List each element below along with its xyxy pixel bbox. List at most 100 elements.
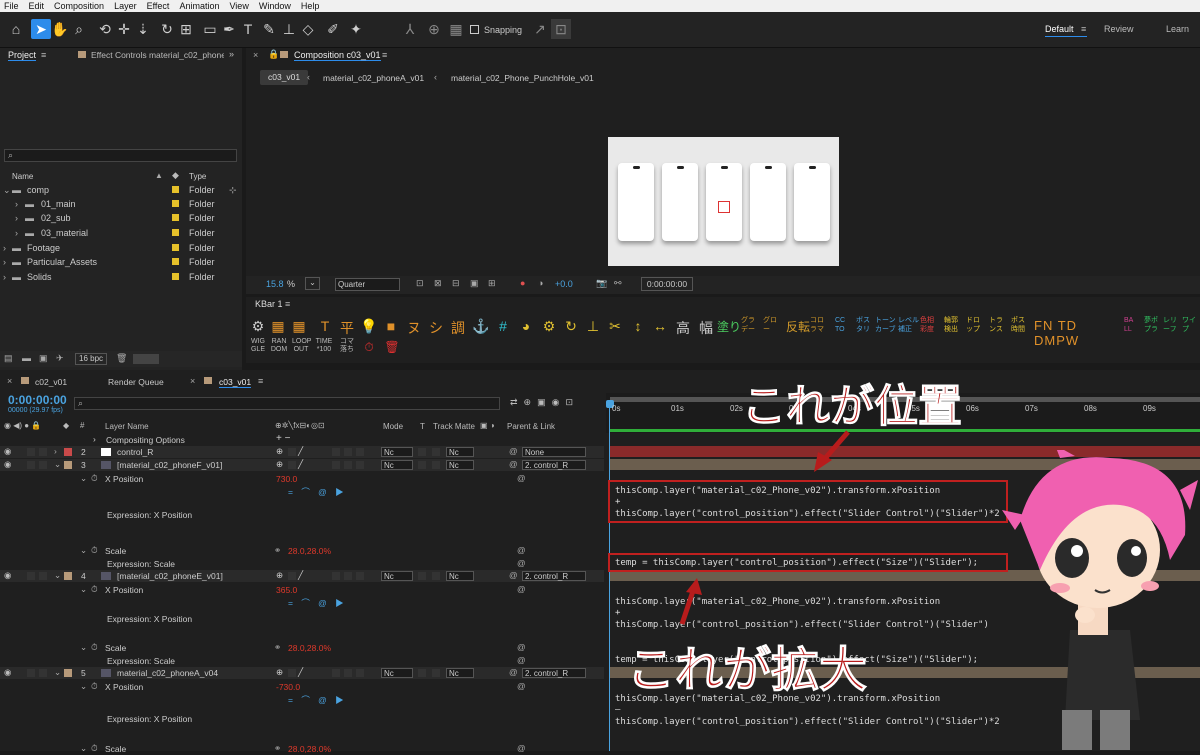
refresh-icon[interactable]: ↻ — [562, 318, 580, 335]
chevron-right-icon[interactable]: › — [3, 243, 6, 253]
align-icon[interactable]: ⊥ — [584, 318, 602, 335]
mode-select[interactable]: Nc — [381, 460, 413, 470]
parent-select[interactable]: 2. control_R — [522, 571, 586, 581]
col-layer-name[interactable]: Layer Name — [105, 422, 149, 431]
chevron-right-icon[interactable]: › — [3, 272, 6, 282]
workspace-review[interactable]: Review — [1104, 24, 1134, 34]
list-item[interactable]: ⌄ ▬ comp Folder ⊹ — [0, 183, 242, 197]
panel-overflow-icon[interactable]: » — [229, 49, 234, 59]
lock-box[interactable] — [39, 669, 47, 677]
track-matte-select[interactable]: Nc — [446, 447, 474, 457]
solo-box[interactable] — [27, 572, 35, 580]
chevron-right-icon[interactable]: › — [15, 228, 18, 238]
scissors-icon[interactable]: ✂ — [606, 318, 624, 335]
tab-c03[interactable]: c03_v01 — [219, 377, 252, 388]
scale-value[interactable]: 28.0,28.0% — [288, 744, 331, 754]
sort-up-icon[interactable]: ▲ — [155, 171, 163, 180]
camera-icon[interactable]: 📷 — [596, 278, 607, 289]
shy-switch-icon[interactable]: ⊕ — [276, 667, 283, 678]
scale-value[interactable]: 28.0,28.0% — [288, 643, 331, 653]
pickwhip-icon[interactable]: @ — [517, 655, 526, 665]
brush-tool-icon[interactable]: ✎ — [259, 19, 279, 39]
switch-box[interactable] — [356, 461, 364, 469]
chevron-right-icon[interactable]: › — [15, 199, 18, 209]
chevron-down-icon[interactable]: ⌄ — [80, 584, 87, 595]
adjust-button[interactable]: 調 — [449, 318, 467, 338]
breadcrumb-punchhole[interactable]: material_c02_Phone_PunchHole_v01 — [451, 73, 594, 83]
list-item[interactable]: › ▬ 03_material Folder — [0, 226, 242, 240]
label-icon[interactable]: ◆ — [63, 421, 69, 430]
pan-camera-icon[interactable]: ✛ — [114, 19, 134, 39]
list-item[interactable]: › ▬ 02_sub Folder — [0, 211, 242, 225]
matte-box[interactable] — [432, 669, 440, 677]
menu-view[interactable]: View — [229, 1, 248, 11]
pickwhip-icon[interactable]: @ — [517, 642, 526, 652]
quality-icon[interactable]: ╱ — [298, 446, 303, 457]
av-switch-icons[interactable]: ◉ ◀) ● 🔒 — [4, 421, 41, 430]
quality-icon[interactable]: ╱ — [298, 459, 303, 470]
phone-mockup[interactable] — [618, 163, 654, 241]
switch-box[interactable] — [288, 572, 296, 580]
switch-box[interactable] — [356, 669, 364, 677]
fn-button[interactable]: FN — [1034, 318, 1053, 333]
zoom-value[interactable]: 15.8 — [266, 279, 284, 289]
switch-box[interactable] — [332, 448, 340, 456]
resolution-select[interactable]: Quarter — [335, 278, 400, 291]
new-folder-icon[interactable]: ▬ — [22, 353, 31, 363]
lock-icon[interactable]: 🔒 — [268, 49, 279, 60]
td-button[interactable]: TD — [1058, 318, 1077, 333]
chevron-down-icon[interactable]: ⌄ — [80, 545, 87, 556]
list-item[interactable]: › ▬ Solids Folder — [0, 270, 242, 284]
quality-icon[interactable]: ╱ — [298, 667, 303, 678]
matte-icons[interactable]: ▣ ◑ — [480, 421, 495, 430]
stopwatch-icon[interactable]: ⏱ — [91, 473, 98, 484]
col-parent[interactable]: Parent & Link — [507, 422, 555, 431]
comp-canvas[interactable] — [608, 137, 839, 266]
eye-icon[interactable]: ◉ — [4, 570, 11, 581]
exposure-icon[interactable]: ◑ — [538, 278, 543, 288]
property-value[interactable]: 365.0 — [276, 585, 297, 595]
hand-tool-icon[interactable]: ✋ — [50, 19, 70, 39]
selection-tool-icon[interactable]: ➤ — [31, 19, 51, 39]
constrain-link-icon[interactable]: ⚭ — [274, 642, 281, 653]
hash-icon[interactable]: # — [80, 421, 84, 430]
render-icon[interactable]: ✈ — [56, 353, 64, 364]
dashboard-icon[interactable]: ◕ — [517, 318, 535, 334]
loopout-label[interactable]: LOOP OUT — [292, 338, 311, 354]
stopwatch-icon[interactable]: ⏱ — [360, 340, 378, 355]
switch-box[interactable] — [288, 461, 296, 469]
matte-box[interactable] — [432, 572, 440, 580]
chevron-down-icon[interactable]: ⌄ — [305, 277, 320, 290]
horizontal-arrows-icon[interactable]: ↔ — [651, 318, 669, 334]
menu-edit[interactable]: Edit — [29, 1, 45, 11]
switches-icons[interactable]: ⊕✲╲fx⊟◐◎⊡ — [275, 421, 325, 430]
gear-icon[interactable]: ⚙ — [249, 318, 267, 335]
preserve-box[interactable] — [418, 461, 426, 469]
axis-local-icon[interactable]: ⅄ — [400, 19, 420, 39]
zoom-tool-icon[interactable]: ⌕ — [69, 19, 89, 39]
label-color-swatch[interactable] — [64, 448, 72, 456]
region-icon[interactable]: ⊡ — [416, 278, 424, 289]
interpret-footage-icon[interactable]: ▤ — [4, 353, 13, 364]
dolly-camera-icon[interactable]: ⇣ — [133, 19, 153, 39]
list-item[interactable]: › ▬ 01_main Folder — [0, 197, 242, 211]
height-button[interactable]: 高 — [674, 318, 692, 338]
track-matte-select[interactable]: Nc — [446, 460, 474, 470]
timeline-switches[interactable]: ⇄⊕▣◉⊡ — [510, 397, 579, 408]
guides-icon[interactable]: ▣ — [470, 278, 479, 289]
pickwhip-icon[interactable]: @ — [517, 743, 526, 753]
mode-select[interactable]: Nc — [381, 447, 413, 457]
mask-icon[interactable]: ⊟ — [452, 278, 460, 289]
film-icon[interactable]: ▦ — [269, 318, 287, 335]
constrain-link-icon[interactable]: ⚭ — [274, 743, 281, 754]
switch-box[interactable] — [344, 572, 352, 580]
solo-box[interactable] — [27, 461, 35, 469]
stopwatch-icon[interactable]: ⏱ — [91, 642, 98, 653]
switch-box[interactable] — [344, 669, 352, 677]
cogs-icon[interactable]: ⚙ — [540, 318, 558, 335]
lock-box[interactable] — [39, 461, 47, 469]
quality-icon[interactable]: ╱ — [298, 570, 303, 581]
pw-button[interactable]: PW — [1056, 333, 1079, 348]
preserve-box[interactable] — [418, 572, 426, 580]
rotation-tool-icon[interactable]: ↻ — [157, 19, 177, 39]
